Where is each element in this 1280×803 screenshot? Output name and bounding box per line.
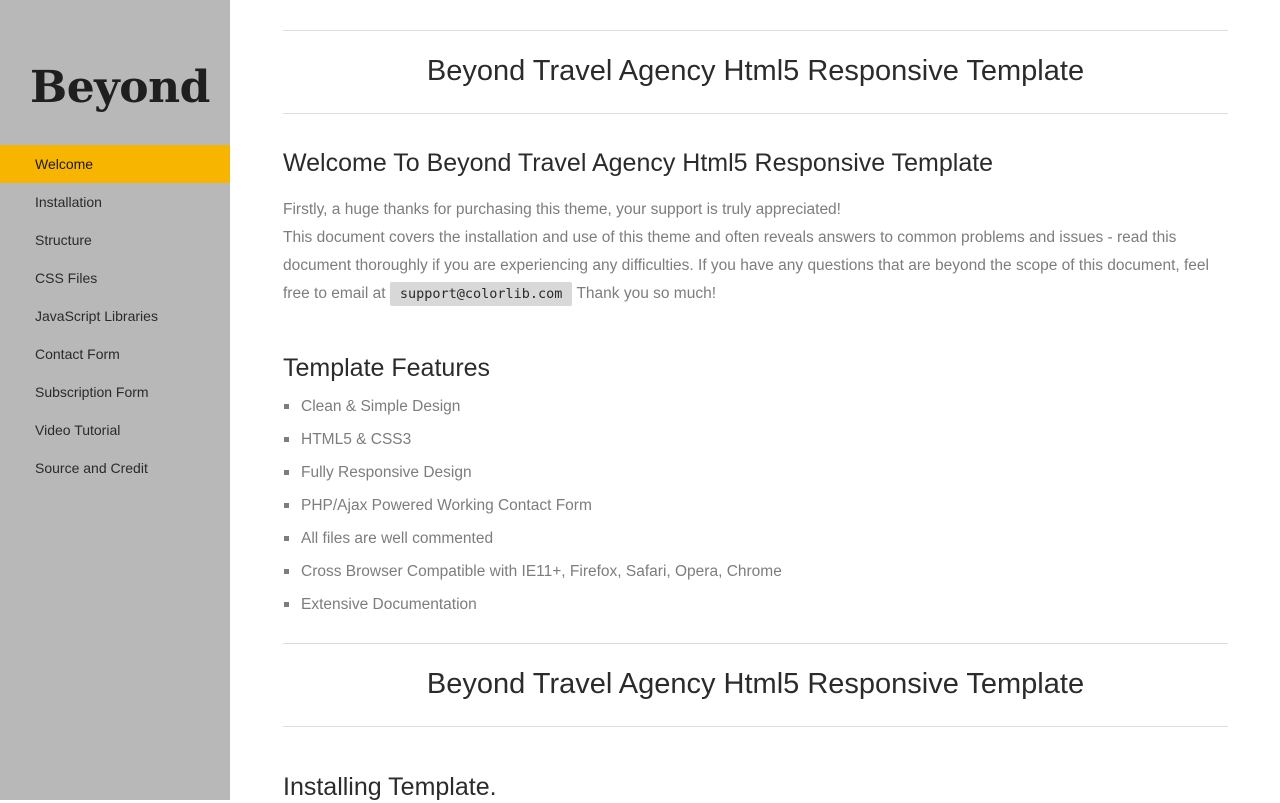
sidebar-item-subscription-form[interactable]: Subscription Form: [0, 373, 230, 411]
intro-thanks: Firstly, a huge thanks for purchasing th…: [283, 201, 841, 218]
section-banner-title: Beyond Travel Agency Html5 Responsive Te…: [283, 643, 1228, 727]
sidebar-item-welcome[interactable]: Welcome: [0, 145, 230, 183]
sidebar-item-installation[interactable]: Installation: [0, 183, 230, 221]
sidebar-item-javascript-libraries[interactable]: JavaScript Libraries: [0, 297, 230, 335]
sidebar-item-structure[interactable]: Structure: [0, 221, 230, 259]
intro-thanks-end: Thank you so much!: [576, 285, 717, 302]
installing-heading: Installing Template.: [283, 773, 497, 801]
list-item: HTML5 & CSS3: [283, 423, 782, 456]
welcome-heading: Welcome To Beyond Travel Agency Html5 Re…: [283, 149, 994, 177]
sidebar: Beyond Welcome Installation Structure CS…: [0, 0, 230, 800]
features-list: Clean & Simple Design HTML5 & CSS3 Fully…: [283, 390, 782, 621]
sidebar-item-video-tutorial[interactable]: Video Tutorial: [0, 411, 230, 449]
sidebar-nav: Welcome Installation Structure CSS Files…: [0, 145, 230, 487]
page-banner-title: Beyond Travel Agency Html5 Responsive Te…: [283, 30, 1228, 114]
bullet-icon: [284, 602, 289, 607]
list-item: Clean & Simple Design: [283, 390, 782, 423]
list-item: Cross Browser Compatible with IE11+, Fir…: [283, 555, 782, 588]
sidebar-item-source-and-credit[interactable]: Source and Credit: [0, 449, 230, 487]
list-item: PHP/Ajax Powered Working Contact Form: [283, 489, 782, 522]
bullet-icon: [284, 470, 289, 475]
bullet-icon: [284, 569, 289, 574]
list-item: All files are well commented: [283, 522, 782, 555]
feature-label: Extensive Documentation: [301, 596, 477, 613]
site-logo[interactable]: Beyond: [30, 58, 210, 118]
feature-label: Fully Responsive Design: [301, 464, 472, 481]
feature-label: All files are well commented: [301, 530, 494, 547]
support-email[interactable]: support@colorlib.com: [389, 282, 573, 306]
bullet-icon: [284, 536, 289, 541]
bullet-icon: [284, 437, 289, 442]
bullet-icon: [284, 404, 289, 409]
main-content: Beyond Travel Agency Html5 Responsive Te…: [283, 0, 1228, 801]
sidebar-item-contact-form[interactable]: Contact Form: [0, 335, 230, 373]
bullet-icon: [284, 503, 289, 508]
sidebar-item-css-files[interactable]: CSS Files: [0, 259, 230, 297]
list-item: Fully Responsive Design: [283, 456, 782, 489]
feature-label: Clean & Simple Design: [301, 398, 461, 415]
feature-label: HTML5 & CSS3: [301, 431, 412, 448]
list-item: Extensive Documentation: [283, 588, 782, 621]
intro-body: This document covers the installation an…: [283, 224, 1213, 308]
features-heading: Template Features: [283, 354, 491, 382]
feature-label: Cross Browser Compatible with IE11+, Fir…: [301, 563, 782, 580]
intro-text: Firstly, a huge thanks for purchasing th…: [283, 196, 1213, 308]
feature-label: PHP/Ajax Powered Working Contact Form: [301, 497, 592, 514]
